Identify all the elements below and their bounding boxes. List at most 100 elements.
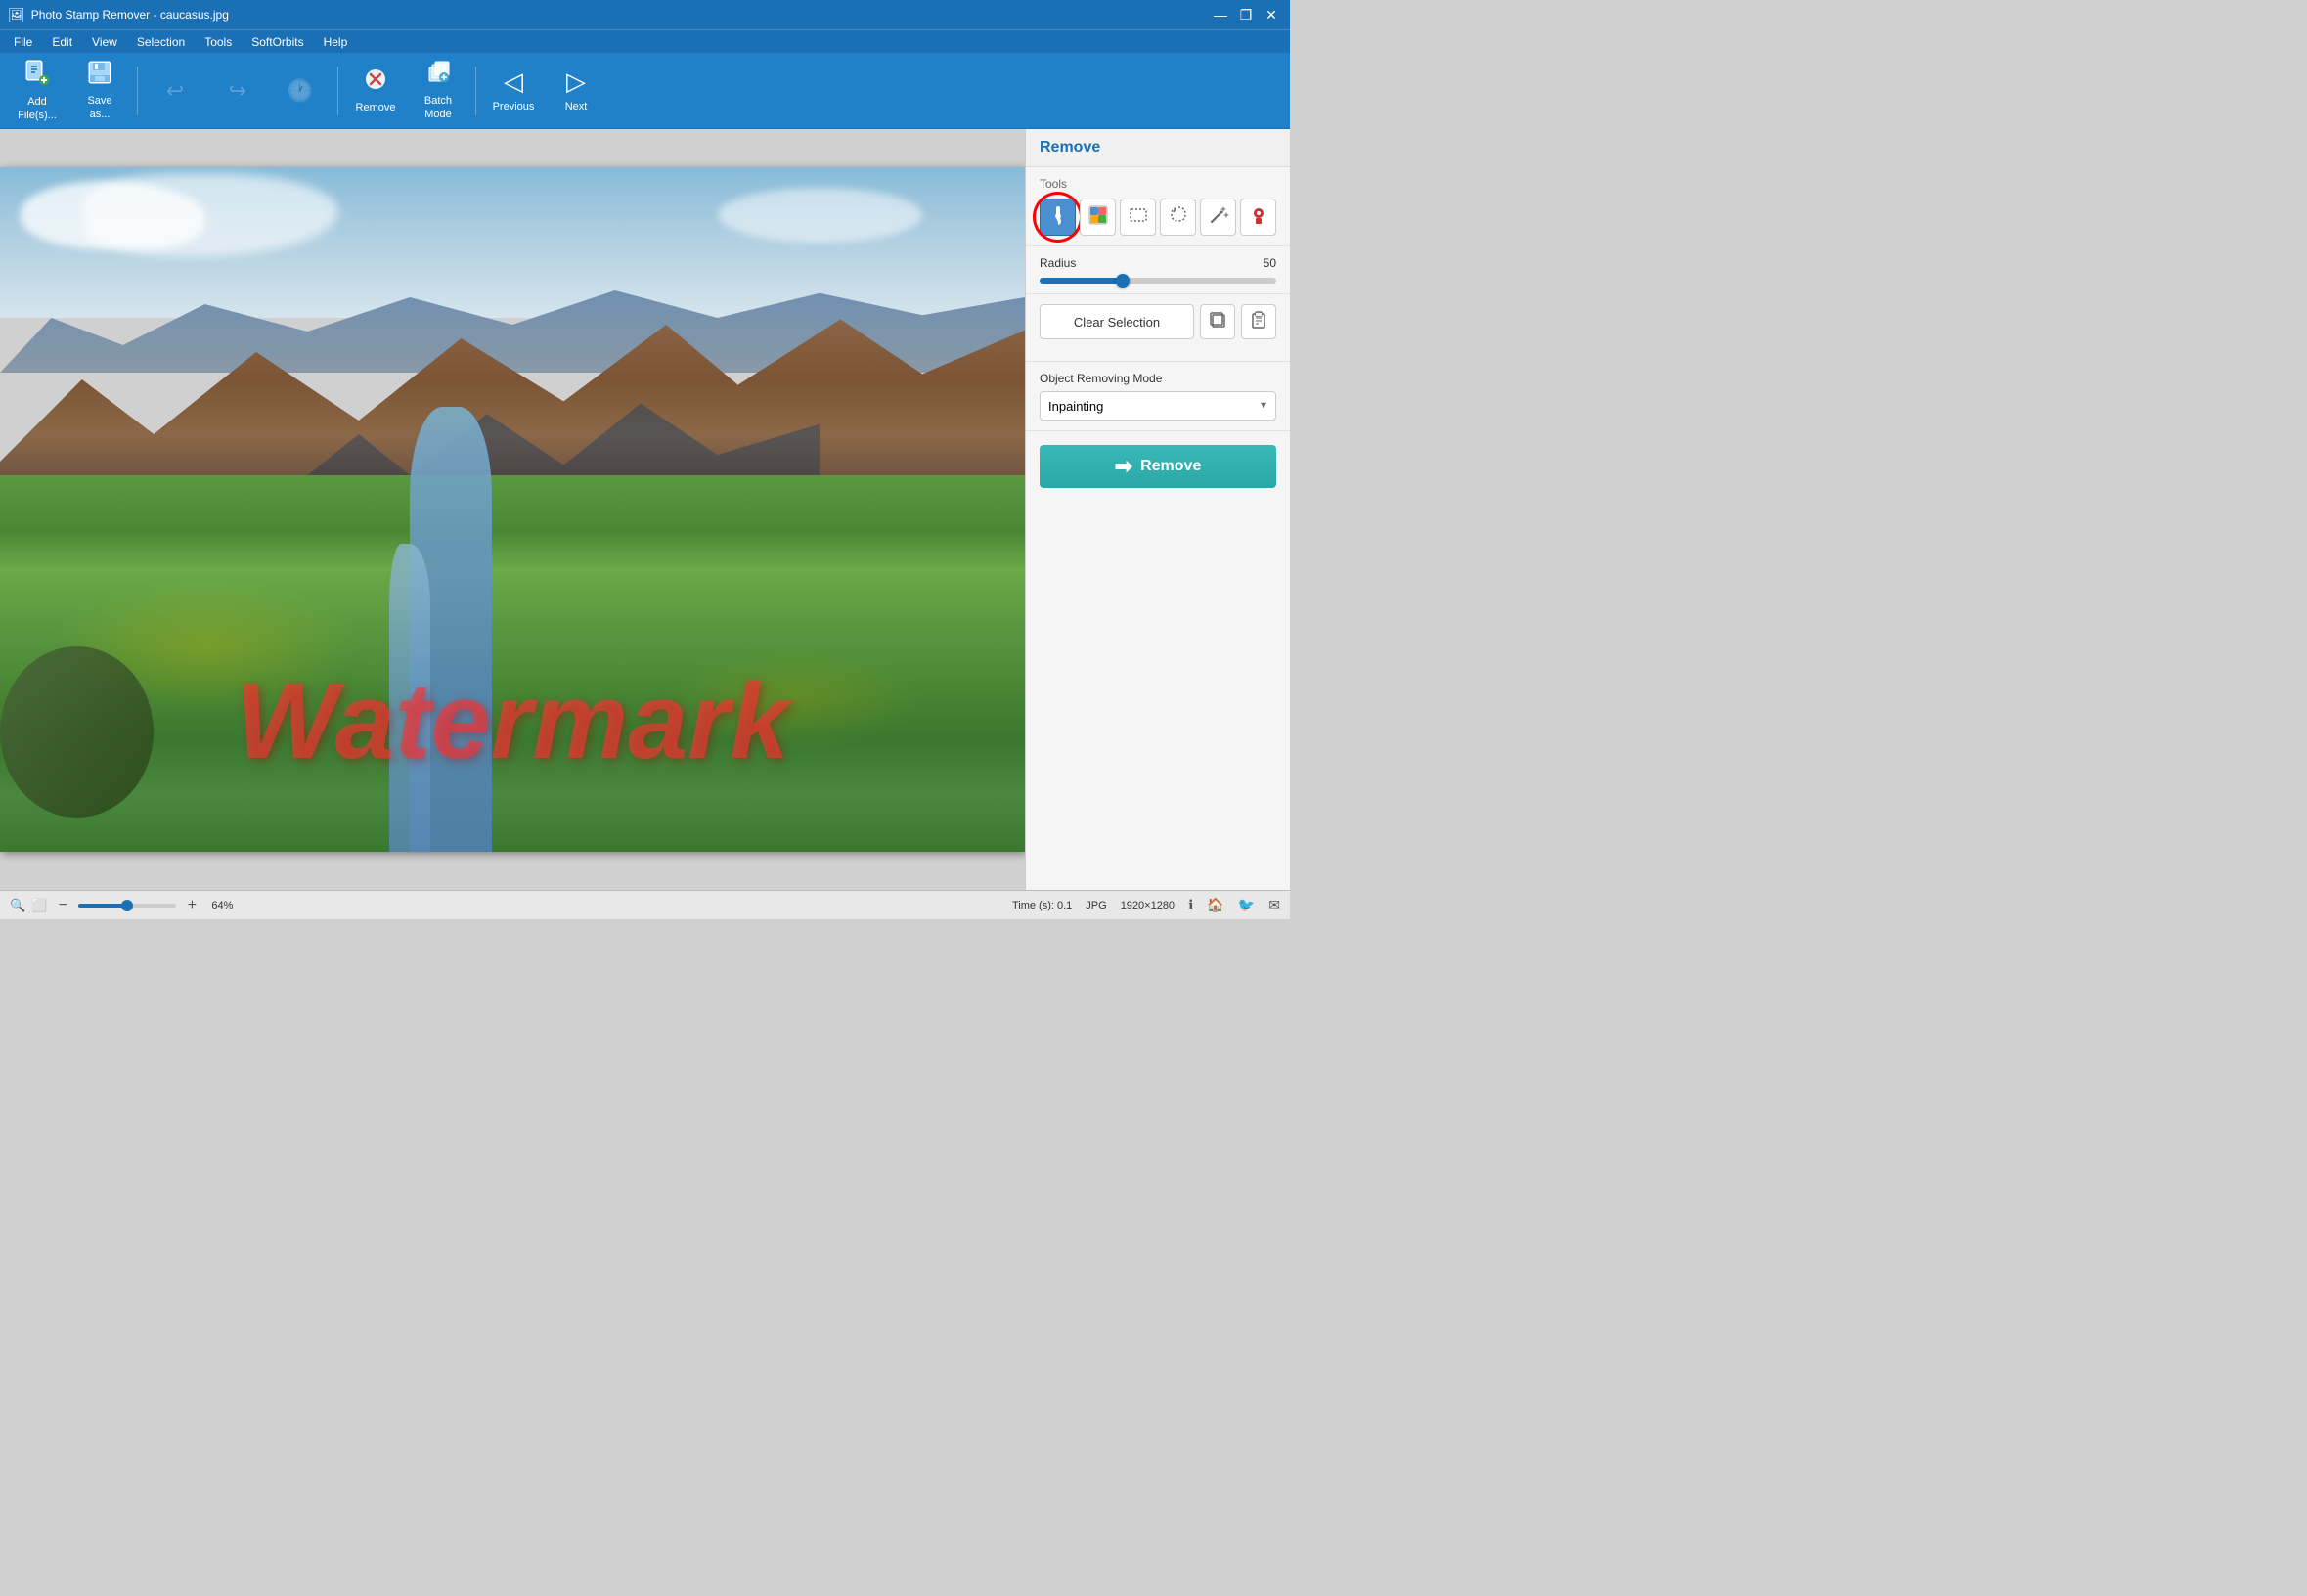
batch-mode-label: BatchMode	[424, 95, 452, 120]
redo-icon: ↪	[229, 78, 246, 104]
add-files-icon	[24, 59, 50, 92]
paste-from-clipboard-button[interactable]	[1241, 304, 1276, 339]
twitter-icon[interactable]: 🐦	[1238, 897, 1255, 913]
remove-toolbar-label: Remove	[356, 102, 396, 114]
remove-button[interactable]: ➡ Remove	[1040, 445, 1276, 488]
format-label: JPG	[1086, 900, 1106, 911]
stamp-finder-button[interactable]	[1240, 199, 1276, 236]
right-panel: Remove Tools	[1025, 129, 1290, 890]
restore-button[interactable]: ❐	[1235, 4, 1257, 25]
redo-button[interactable]: ↪	[208, 58, 267, 124]
menu-item-tools[interactable]: Tools	[195, 33, 242, 51]
title-bar-controls: — ❐ ✕	[1210, 4, 1282, 25]
menu-bar: FileEditViewSelectionToolsSoftOrbitsHelp	[0, 29, 1290, 53]
zoom-select-icon[interactable]: ⬜	[31, 898, 47, 913]
close-button[interactable]: ✕	[1261, 4, 1282, 25]
radius-slider[interactable]	[1040, 278, 1276, 284]
menu-item-edit[interactable]: Edit	[42, 33, 82, 51]
mode-label: Object Removing Mode	[1040, 372, 1276, 385]
mode-section: Object Removing Mode Inpainting Smart Fi…	[1026, 362, 1290, 431]
tools-section: Tools	[1026, 167, 1290, 246]
clear-selection-button[interactable]: Clear Selection	[1040, 304, 1194, 339]
color-wand-icon	[1087, 204, 1109, 231]
separator-3	[475, 66, 476, 115]
brush-icon	[1047, 204, 1069, 231]
app-icon: 🖼	[8, 7, 25, 23]
next-button[interactable]: ▷ Next	[547, 58, 605, 124]
dimensions-label: 1920×1280	[1121, 900, 1175, 911]
remove-section: ➡ Remove	[1026, 431, 1290, 502]
minimize-button[interactable]: —	[1210, 4, 1231, 25]
save-as-label: Saveas...	[87, 95, 111, 120]
menu-item-help[interactable]: Help	[314, 33, 358, 51]
tools-label: Tools	[1040, 177, 1276, 191]
next-icon: ▷	[566, 66, 586, 97]
radius-label: Radius	[1040, 256, 1076, 270]
canvas-area[interactable]: Watermark	[0, 129, 1025, 890]
remove-icon	[363, 66, 388, 98]
separator-1	[137, 66, 138, 115]
toolbar: AddFile(s)... Saveas... ↩ ↪ 🕐	[0, 53, 1290, 129]
radius-value: 50	[1264, 256, 1276, 270]
batch-mode-icon	[425, 60, 451, 91]
zoom-fit-icon[interactable]: 🔍	[10, 898, 25, 913]
radius-row: Radius 50	[1040, 256, 1276, 270]
color-wand-button[interactable]	[1080, 199, 1116, 236]
mode-dropdown[interactable]: Inpainting Smart Fill Clone Stamp	[1040, 391, 1276, 421]
remove-button-arrow-icon: ➡	[1115, 454, 1132, 479]
title-bar: 🖼 Photo Stamp Remover - caucasus.jpg — ❐…	[0, 0, 1290, 29]
status-bar: 🔍 ⬜ − + 64% Time (s): 0.1 JPG 1920×1280 …	[0, 890, 1290, 919]
info-icon[interactable]: ℹ	[1188, 897, 1193, 913]
brush-tool-button[interactable]	[1040, 199, 1076, 236]
title-bar-left: 🖼 Photo Stamp Remover - caucasus.jpg	[8, 7, 229, 23]
zoom-slider[interactable]	[78, 904, 176, 908]
copy-to-clipboard-button[interactable]	[1200, 304, 1235, 339]
previous-icon: ◁	[504, 66, 523, 97]
status-right: Time (s): 0.1 JPG 1920×1280 ℹ 🏠 🐦 ✉	[1012, 897, 1280, 913]
add-files-label: AddFile(s)...	[18, 96, 57, 121]
add-files-button[interactable]: AddFile(s)...	[8, 58, 67, 124]
paste-icon	[1249, 310, 1268, 334]
save-icon	[87, 60, 112, 91]
menu-item-file[interactable]: File	[4, 33, 42, 51]
remove-toolbar-button[interactable]: Remove	[346, 58, 405, 124]
clear-selection-row: Clear Selection	[1040, 304, 1276, 339]
rectangle-tool-button[interactable]	[1120, 199, 1156, 236]
tools-row	[1040, 199, 1276, 236]
home-icon[interactable]: 🏠	[1207, 897, 1223, 913]
zoom-plus-button[interactable]: +	[182, 896, 201, 915]
menu-item-selection[interactable]: Selection	[127, 33, 195, 51]
title-text: Photo Stamp Remover - caucasus.jpg	[31, 8, 229, 22]
rectangle-icon	[1128, 204, 1149, 231]
panel-title: Remove	[1026, 129, 1290, 167]
separator-2	[337, 66, 338, 115]
previous-button[interactable]: ◁ Previous	[484, 58, 543, 124]
status-left: 🔍 ⬜ − + 64%	[10, 896, 1006, 915]
save-as-button[interactable]: Saveas...	[70, 58, 129, 124]
radius-section: Radius 50	[1026, 246, 1290, 294]
zoom-level-text: 64%	[211, 900, 233, 911]
stamp-finder-icon	[1248, 204, 1269, 231]
main-content: Watermark Remove Tools	[0, 129, 1290, 890]
actions-section: Clear Selection	[1026, 294, 1290, 362]
magic-wand-icon	[1208, 204, 1229, 231]
next-label: Next	[565, 101, 588, 113]
mode-dropdown-wrapper[interactable]: Inpainting Smart Fill Clone Stamp ▼	[1040, 391, 1276, 421]
remove-button-label: Remove	[1140, 458, 1201, 475]
undo-button[interactable]: ↩	[146, 58, 204, 124]
lasso-tool-button[interactable]	[1160, 199, 1196, 236]
menu-item-softorbits[interactable]: SoftOrbits	[242, 33, 313, 51]
time-label: Time (s): 0.1	[1012, 900, 1072, 911]
undo-icon: ↩	[166, 78, 184, 104]
menu-item-view[interactable]: View	[82, 33, 127, 51]
history-button[interactable]: 🕐	[271, 58, 330, 124]
copy-icon	[1208, 310, 1227, 334]
batch-mode-button[interactable]: BatchMode	[409, 58, 467, 124]
radius-thumb[interactable]	[1116, 274, 1130, 288]
previous-label: Previous	[493, 101, 535, 113]
magic-wand-button[interactable]	[1200, 199, 1236, 236]
lasso-icon	[1168, 204, 1189, 231]
zoom-minus-button[interactable]: −	[53, 896, 72, 915]
image-container: Watermark	[0, 167, 1025, 852]
mail-icon[interactable]: ✉	[1268, 897, 1280, 913]
